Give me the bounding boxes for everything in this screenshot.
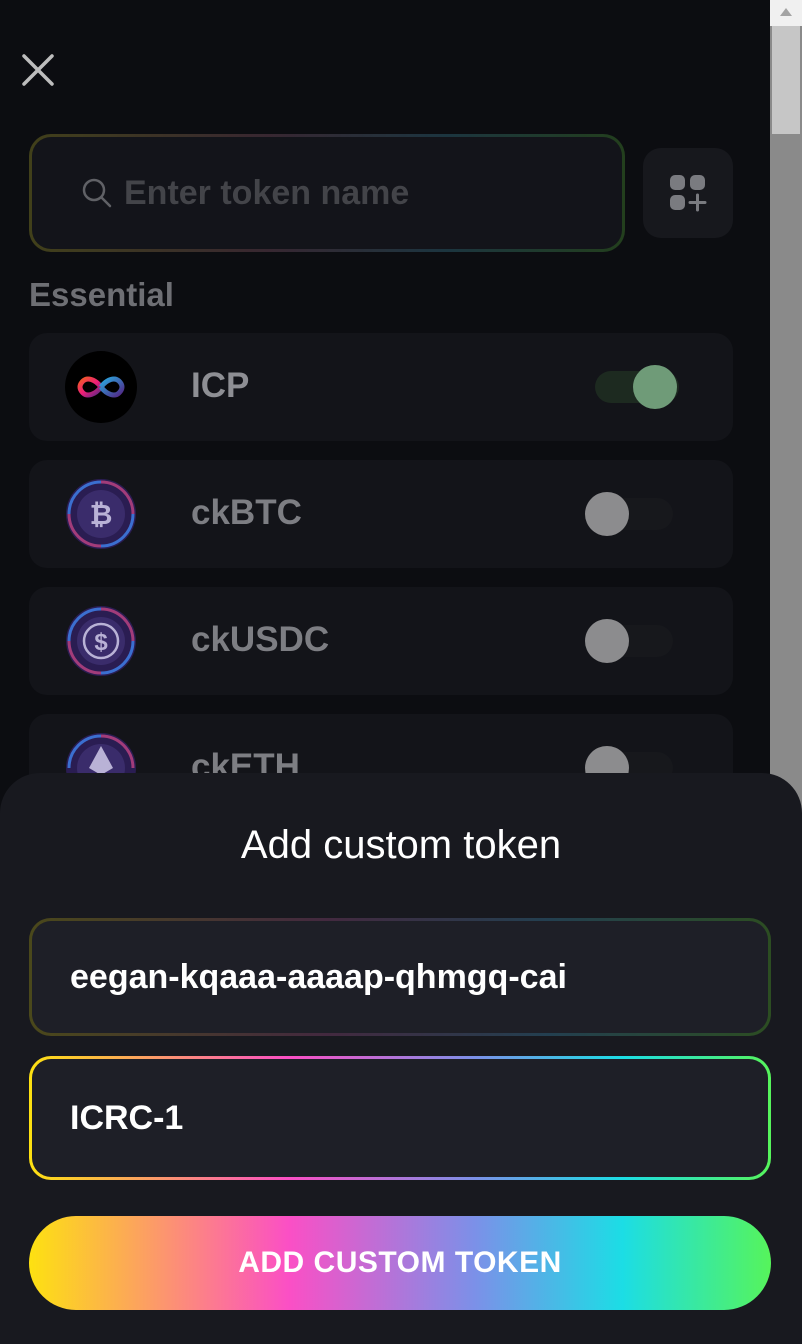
add-button-label: ADD CUSTOM TOKEN (238, 1246, 562, 1279)
token-name: ckBTC (191, 493, 302, 532)
scroll-up-arrow[interactable] (770, 0, 802, 26)
svg-text:$: $ (94, 629, 108, 656)
token-toggle-ckbtc[interactable] (585, 492, 673, 536)
token-standard-input[interactable] (70, 1098, 730, 1138)
toggle-knob (585, 619, 629, 663)
dollar-icon: $ (66, 606, 136, 676)
token-row-icp: ICP (29, 333, 733, 441)
token-row-ckusdc: $ ckUSDC (29, 587, 733, 695)
toggle-knob (585, 492, 629, 536)
section-title: Essential (29, 276, 174, 313)
token-standard-field (29, 1056, 771, 1180)
token-toggle-icp[interactable] (595, 365, 679, 409)
toggle-knob (633, 365, 677, 409)
grid-plus-icon (670, 175, 707, 212)
manage-tokens-button[interactable] (643, 148, 733, 238)
infinity-icon (65, 351, 137, 423)
canister-id-field (29, 918, 771, 1036)
canister-id-input[interactable] (70, 957, 730, 997)
search-box (29, 134, 625, 252)
close-icon[interactable] (18, 50, 58, 90)
token-toggle-ckusdc[interactable] (585, 619, 673, 663)
search-input[interactable] (124, 173, 564, 213)
field-inner (32, 1059, 768, 1177)
search-box-inner (32, 137, 622, 249)
add-custom-token-button[interactable]: ADD CUSTOM TOKEN (29, 1216, 771, 1310)
scroll-thumb[interactable] (772, 26, 800, 134)
field-inner (32, 921, 768, 1033)
sheet-title: Add custom token (240, 823, 562, 867)
token-name: ckUSDC (191, 620, 330, 659)
token-list: ICP ₿ ckBTC $ ckUSDC ckETH (29, 333, 733, 841)
svg-text:₿: ₿ (90, 499, 113, 530)
token-row-ckbtc: ₿ ckBTC (29, 460, 733, 568)
token-name: ICP (191, 366, 250, 405)
bitcoin-icon: ₿ (66, 479, 136, 549)
search-icon (82, 178, 112, 208)
